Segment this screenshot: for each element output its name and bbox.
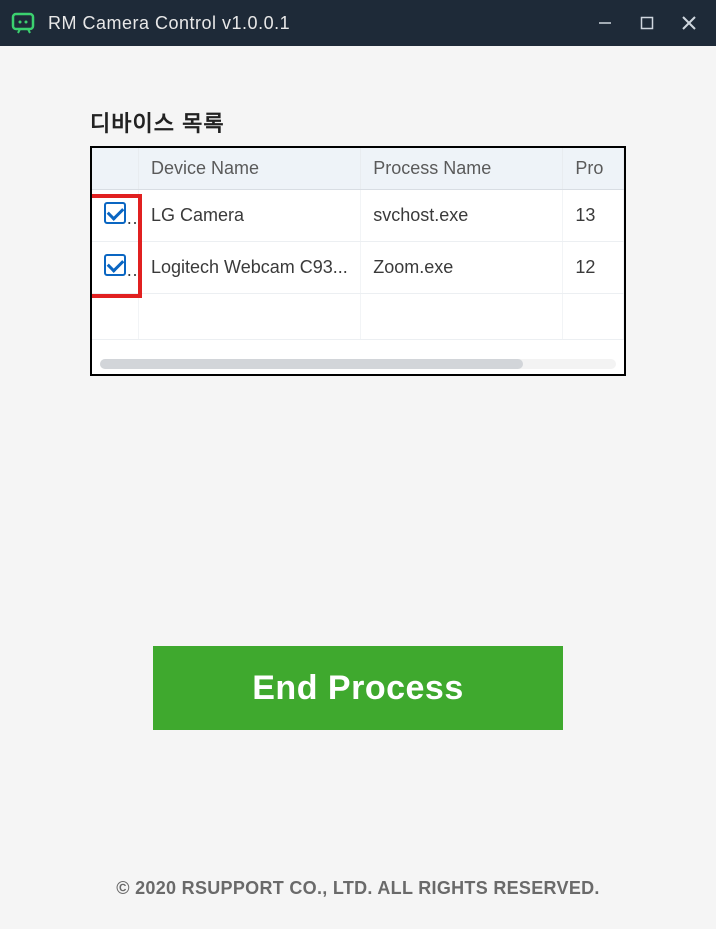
horizontal-scrollbar[interactable] xyxy=(100,359,616,369)
minimize-button[interactable] xyxy=(594,12,616,34)
header-checkbox xyxy=(92,148,138,190)
window-title: RM Camera Control v1.0.0.1 xyxy=(48,13,594,34)
table-row-empty xyxy=(92,294,624,340)
header-process-name[interactable]: Process Name xyxy=(361,148,563,190)
cell-process-id: 13 xyxy=(563,190,624,242)
device-table: Device Name Process Name Pro LG Camera s… xyxy=(92,148,624,340)
row-checkbox-cell xyxy=(92,190,138,242)
section-title: 디바이스 목록 xyxy=(90,106,626,138)
close-button[interactable] xyxy=(678,12,700,34)
titlebar: RM Camera Control v1.0.0.1 xyxy=(0,0,716,46)
maximize-button[interactable] xyxy=(636,12,658,34)
end-process-button[interactable]: End Process xyxy=(153,646,563,730)
header-device-name[interactable]: Device Name xyxy=(138,148,360,190)
cell-device-name: LG Camera xyxy=(138,190,360,242)
header-process-id[interactable]: Pro xyxy=(563,148,624,190)
cell-process-id: 12 xyxy=(563,242,624,294)
device-grid-container: Device Name Process Name Pro LG Camera s… xyxy=(90,146,626,376)
content-area: 디바이스 목록 Device Name Process Name Pro LG … xyxy=(0,46,716,929)
cell-device-name: Logitech Webcam C93... xyxy=(138,242,360,294)
cell-process-name: Zoom.exe xyxy=(361,242,563,294)
app-icon xyxy=(10,9,38,37)
window-controls xyxy=(594,12,706,34)
table-row[interactable]: Logitech Webcam C93... Zoom.exe 12 xyxy=(92,242,624,294)
cell-process-name: svchost.exe xyxy=(361,190,563,242)
footer-copyright: © 2020 RSUPPORT CO., LTD. ALL RIGHTS RES… xyxy=(0,878,716,899)
row-checkbox[interactable] xyxy=(104,254,126,276)
action-area: End Process xyxy=(90,646,626,730)
scrollbar-thumb[interactable] xyxy=(100,359,523,369)
table-header-row: Device Name Process Name Pro xyxy=(92,148,624,190)
table-row[interactable]: LG Camera svchost.exe 13 xyxy=(92,190,624,242)
row-checkbox-cell xyxy=(92,242,138,294)
row-checkbox[interactable] xyxy=(104,202,126,224)
